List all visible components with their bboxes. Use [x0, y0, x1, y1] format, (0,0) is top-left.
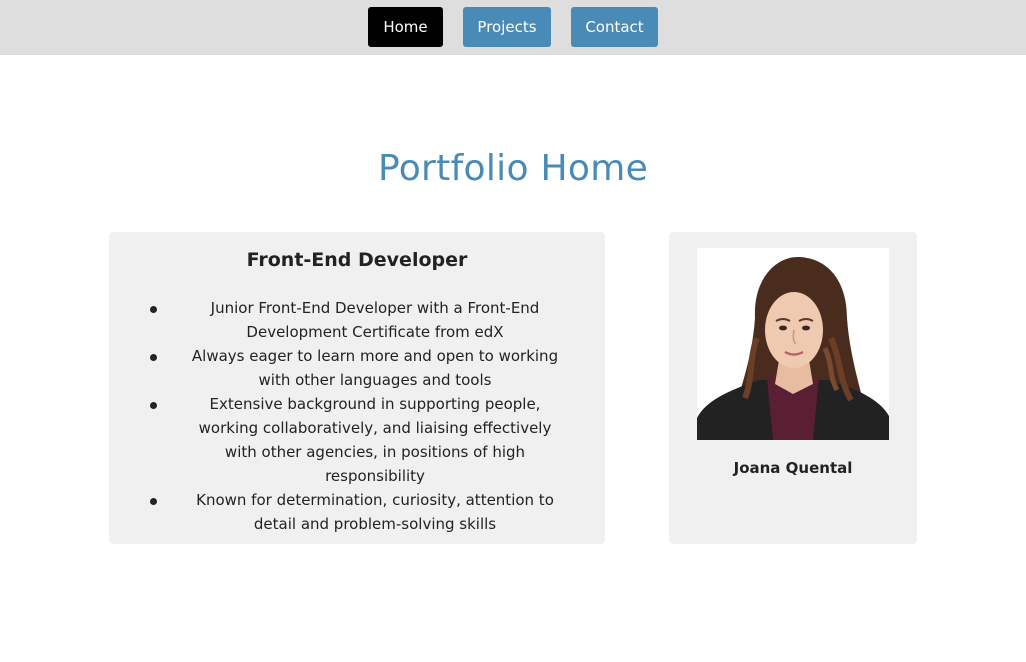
- bullet-icon: [150, 306, 157, 313]
- portrait-icon: [697, 248, 889, 440]
- list-item: Extensive background in supporting peopl…: [145, 392, 569, 488]
- about-heading: Front-End Developer: [246, 249, 468, 271]
- list-item: Always eager to learn more and open to w…: [145, 344, 569, 392]
- list-item-text: Always eager to learn more and open to w…: [191, 347, 559, 389]
- nav-home-button[interactable]: Home: [368, 7, 443, 47]
- top-navbar: Home Projects Contact: [0, 0, 1026, 55]
- list-item: Known for determination, curiosity, atte…: [145, 488, 569, 536]
- profile-photo: [697, 248, 889, 440]
- bullet-icon: [150, 498, 157, 505]
- nav-contact-button[interactable]: Contact: [571, 7, 658, 47]
- bullet-icon: [150, 354, 157, 361]
- profile-name: Joana Quental: [733, 459, 853, 477]
- profile-card: Joana Quental: [669, 232, 917, 544]
- list-item-text: Extensive background in supporting peopl…: [198, 395, 552, 485]
- about-list: Junior Front-End Developer with a Front-…: [145, 296, 569, 536]
- list-item-text: Junior Front-End Developer with a Front-…: [210, 299, 540, 341]
- page-title: Portfolio Home: [377, 148, 649, 189]
- about-card: Front-End Developer Junior Front-End Dev…: [109, 232, 605, 544]
- list-item: Junior Front-End Developer with a Front-…: [145, 296, 569, 344]
- bullet-icon: [150, 402, 157, 409]
- nav-projects-button[interactable]: Projects: [463, 7, 551, 47]
- list-item-text: Known for determination, curiosity, atte…: [196, 491, 554, 533]
